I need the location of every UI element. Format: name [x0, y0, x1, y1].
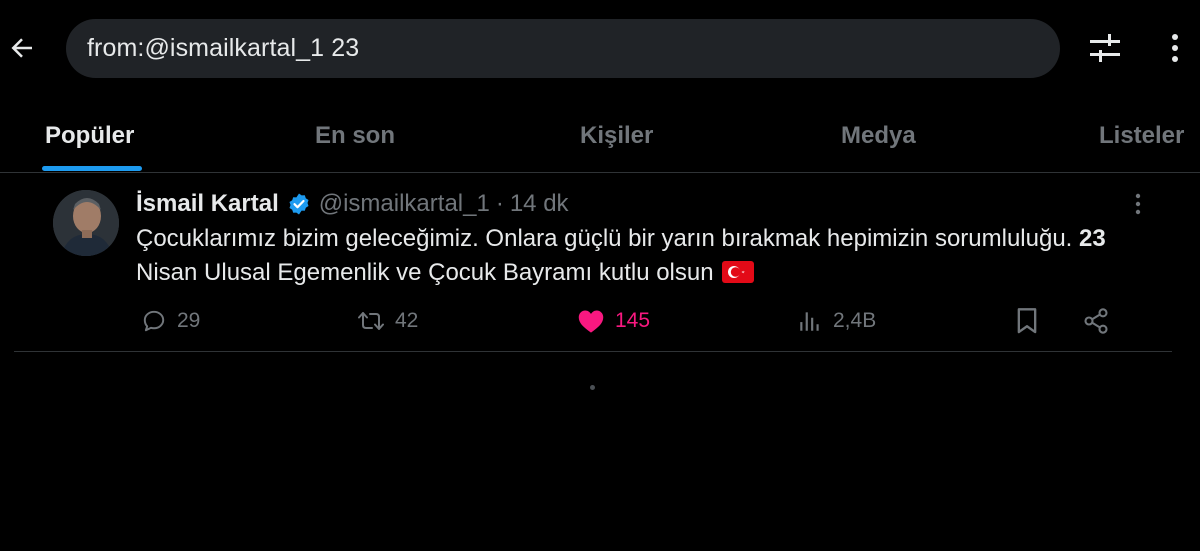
tab-lists[interactable]: Listeler: [1099, 122, 1184, 150]
more-options-button[interactable]: [1160, 30, 1190, 66]
retweet-icon: [358, 312, 384, 330]
bookmark-icon: [1017, 308, 1037, 334]
reply-count: 29: [177, 309, 201, 332]
views-button[interactable]: 2,4B: [797, 304, 876, 338]
retweet-button[interactable]: 42: [357, 304, 418, 338]
back-button[interactable]: [4, 30, 40, 66]
tab-popular[interactable]: Popüler: [45, 122, 134, 150]
tab-latest[interactable]: En son: [315, 122, 395, 150]
reply-icon: [143, 310, 165, 332]
top-bar: from:@ismailkartal_1 23: [0, 0, 1200, 100]
reply-button[interactable]: 29: [141, 304, 200, 338]
heart-filled-icon: [578, 310, 604, 333]
retweet-count: 42: [395, 309, 419, 332]
share-icon: [1084, 308, 1108, 334]
tweet-more-button[interactable]: [1126, 192, 1150, 216]
arrow-left-icon: [11, 38, 33, 58]
tweet[interactable]: İsmail Kartal @ismailkartal_1 · 14 dk Ço…: [14, 174, 1172, 352]
search-input[interactable]: from:@ismailkartal_1 23: [66, 19, 1060, 78]
view-count: 2,4B: [833, 309, 877, 332]
tweet-text: Çocuklarımız bizim geleceğimiz. Onlara g…: [136, 222, 1136, 290]
tweet-actions: 29 42 145 2,4B: [14, 304, 1172, 338]
author-handle[interactable]: @ismailkartal_1: [319, 190, 490, 218]
search-query: from:@ismailkartal_1 23: [87, 34, 360, 62]
author-name[interactable]: İsmail Kartal: [136, 190, 279, 218]
avatar[interactable]: [53, 190, 119, 256]
verified-badge-icon: [287, 192, 311, 216]
loading-indicator: [590, 385, 595, 390]
avatar-image: [53, 190, 119, 256]
sliders-icon: [1090, 34, 1120, 62]
separator: ·: [495, 190, 504, 217]
tweet-header: İsmail Kartal @ismailkartal_1 · 14 dk: [136, 188, 569, 220]
bookmark-button[interactable]: [1015, 304, 1039, 338]
turkey-flag-icon: [722, 261, 755, 283]
search-filter-button[interactable]: [1087, 30, 1123, 66]
share-button[interactable]: [1082, 304, 1110, 338]
more-vertical-icon: [1135, 193, 1141, 215]
like-button[interactable]: 145: [577, 304, 650, 338]
tweet-text-hashtag-number: 23: [1079, 225, 1106, 252]
tab-media[interactable]: Medya: [841, 122, 916, 150]
active-tab-indicator: [42, 166, 142, 171]
tweet-time[interactable]: 14 dk: [510, 190, 569, 218]
tweet-text-part1: Çocuklarımız bizim geleceğimiz. Onlara g…: [136, 225, 1080, 252]
tab-people[interactable]: Kişiler: [580, 122, 653, 150]
tweet-text-part2: Nisan Ulusal Egemenlik ve Çocuk Bayramı …: [136, 259, 721, 286]
bar-chart-icon: [800, 312, 819, 331]
like-count: 145: [615, 309, 651, 332]
search-tabs: Popüler En son Kişiler Medya Listeler: [0, 100, 1200, 173]
more-vertical-icon: [1172, 34, 1178, 62]
